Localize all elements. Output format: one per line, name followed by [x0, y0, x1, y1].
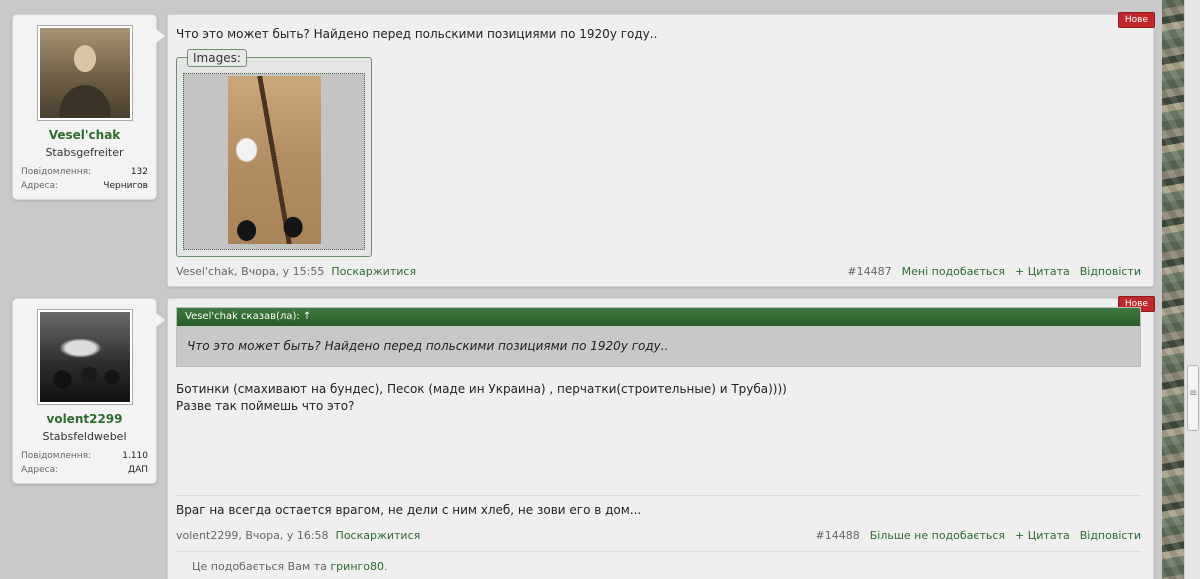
attachment-thumbnail[interactable]	[183, 73, 365, 250]
signature: Враг на всегда остается врагом, не дели …	[176, 503, 642, 517]
messages-value: 1.110	[122, 451, 148, 461]
likes-prefix: Це подобається Вам та	[192, 560, 331, 573]
post-footer: Vesel'chak, Вчора, у 15:55 Поскаржитися …	[176, 265, 1141, 278]
user-card: Vesel'chak Stabsgefreiter Повідомлення: …	[12, 14, 165, 200]
post-actions: #14488 Більше не подобається + Цитата Ві…	[816, 529, 1141, 542]
like-link[interactable]: Мені подобається	[902, 265, 1005, 278]
avatar[interactable]	[36, 309, 133, 405]
quote-link[interactable]: + Цитата	[1015, 265, 1070, 278]
post-text: Ботинки (смахивают на бундес), Песок (ма…	[176, 381, 787, 415]
quote-link[interactable]: + Цитата	[1015, 529, 1070, 542]
post-meta: volent2299, Вчора, у 16:58 Поскаржитися	[176, 529, 420, 542]
scrollbar-thumb[interactable]	[1187, 365, 1199, 431]
post-date[interactable]: , Вчора, у 15:55	[234, 265, 324, 278]
liker-link[interactable]: гринго80	[330, 560, 384, 573]
unlike-link[interactable]: Більше не подобається	[870, 529, 1005, 542]
post-text-line: Ботинки (смахивают на бундес), Песок (ма…	[176, 382, 787, 396]
username[interactable]: volent2299	[21, 412, 148, 426]
address-label: Адреса:	[21, 181, 59, 191]
address-value: Чернигов	[103, 181, 148, 191]
user-title: Stabsgefreiter	[45, 146, 124, 159]
likes-suffix: .	[384, 560, 388, 573]
post: Нове Что это может быть? Найдено перед п…	[167, 12, 1155, 287]
avatar[interactable]	[36, 25, 133, 121]
post-author-link[interactable]: Vesel'chak	[176, 265, 234, 278]
attachment-image[interactable]	[227, 76, 321, 244]
address-value: ДАП	[128, 465, 148, 475]
messages-label: Повідомлення:	[21, 451, 92, 461]
post-id[interactable]: #14488	[816, 529, 860, 542]
messages-stat: Повідомлення: 1.110	[21, 451, 148, 461]
quote-block: Vesel'chak сказав(ла): ↑ Что это может б…	[176, 307, 1141, 367]
attachments-label: Images:	[187, 49, 247, 67]
messages-value: 132	[130, 167, 148, 177]
quote-text: Что это может быть? Найдено перед польск…	[187, 339, 669, 353]
post-actions: #14487 Мені подобається + Цитата Відпові…	[847, 265, 1141, 278]
username[interactable]: Vesel'chak	[21, 128, 148, 142]
report-link[interactable]: Поскаржитися	[331, 265, 416, 278]
quote-header[interactable]: Vesel'chak сказав(ла): ↑	[177, 308, 1140, 326]
reply-link[interactable]: Відповісти	[1080, 529, 1141, 542]
address-label: Адреса:	[21, 465, 59, 475]
camo-border	[1162, 0, 1184, 579]
post-meta: Vesel'chak, Вчора, у 15:55 Поскаржитися	[176, 265, 416, 278]
messages-stat: Повідомлення: 132	[21, 167, 148, 177]
user-card: volent2299 Stabsfeldwebel Повідомлення: …	[12, 298, 165, 484]
messages-label: Повідомлення:	[21, 167, 92, 177]
user-title: Stabsfeldwebel	[42, 430, 127, 443]
address-stat: Адреса: ДАП	[21, 465, 148, 475]
post-footer: volent2299, Вчора, у 16:58 Поскаржитися …	[176, 529, 1141, 542]
likes-summary: Це подобається Вам та гринго80.	[176, 551, 1141, 579]
post: Нове Vesel'chak сказав(ла): ↑ Что это мо…	[167, 296, 1155, 579]
post-author-link[interactable]: volent2299	[176, 529, 238, 542]
attachments-box: Images:	[176, 49, 372, 257]
scrollbar[interactable]	[1184, 0, 1200, 579]
post-text: Что это может быть? Найдено перед польск…	[176, 27, 658, 41]
reply-link[interactable]: Відповісти	[1080, 265, 1141, 278]
address-stat: Адреса: Чернигов	[21, 181, 148, 191]
new-badge: Нове	[1117, 12, 1155, 28]
signature-divider	[176, 495, 1141, 496]
post-text-line: Разве так поймешь что это?	[176, 399, 355, 413]
post-id[interactable]: #14487	[847, 265, 891, 278]
post-date[interactable]: , Вчора, у 16:58	[238, 529, 328, 542]
report-link[interactable]: Поскаржитися	[336, 529, 421, 542]
